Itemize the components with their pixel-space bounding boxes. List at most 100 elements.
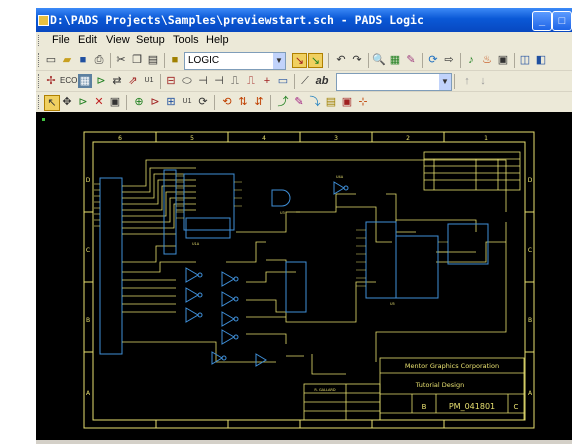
pin-icon[interactable]: ⊣ [196,74,210,88]
select-filter-icon[interactable]: ↘ [292,53,307,68]
svg-text:U1A: U1A [192,242,200,246]
row-label-a-right: A [528,390,533,397]
copy-icon[interactable]: ❐ [130,53,144,67]
step-2-icon[interactable]: ⎍ [244,74,258,88]
rotate-icon[interactable]: ⟳ [196,95,210,109]
rotate-part-icon[interactable]: ⟲ [220,95,234,109]
part-icon[interactable]: ▦ [78,74,92,88]
chevron-down-icon[interactable]: ▼ [273,53,285,69]
ic-parts [163,169,489,313]
forward-icon[interactable]: ⇨ [442,53,456,67]
design-workspace[interactable]: 6 5 4 3 2 1 D C B A D C B A Mentor Graph… [36,112,572,444]
menu-setup[interactable]: Setup [136,34,165,46]
draft-icon[interactable]: ⟋ [298,74,312,88]
zoom-icon[interactable]: 🔍 [372,53,386,67]
delete-icon[interactable]: ✕ [92,95,106,109]
flame-icon[interactable]: ♨ [480,53,494,67]
cut-icon[interactable]: ✂ [114,53,128,67]
row-label-b: B [86,317,90,324]
oval-icon[interactable]: ⬭ [180,74,194,88]
window-title: D:\PADS Projects\Samples\previewstart.sc… [50,13,424,27]
schematic-canvas[interactable]: 6 5 4 3 2 1 D C B A D C B A Mentor Graph… [36,112,572,444]
renumber-icon[interactable]: U1 [180,95,194,109]
menu-view[interactable]: View [106,34,130,46]
mirror-icon[interactable]: ⇵ [252,95,266,109]
row-label-d: D [86,177,91,184]
maximize-icon[interactable]: □ [552,11,572,31]
save-icon[interactable]: ■ [76,53,90,67]
route-icon[interactable]: ⊹ [356,95,370,109]
search-select[interactable]: ▼ [336,73,452,91]
row-label-a: A [86,390,91,397]
menu-tools[interactable]: Tools [173,34,199,46]
mode-icon: ■ [171,54,179,66]
row-label-c: C [86,247,90,254]
properties-icon[interactable]: ▣ [108,95,122,109]
menu-file[interactable]: File [52,34,70,46]
pencil-icon[interactable]: ✎ [404,53,418,67]
redo-icon[interactable]: ↷ [350,53,364,67]
pin-2-icon[interactable]: ⊣ [212,74,226,88]
part-refdes: U1A U5 U3 U4A [192,175,395,306]
svg-text:U5: U5 [390,302,395,306]
add-icon[interactable]: ⊳ [76,95,90,109]
step-icon[interactable]: ⎍ [228,74,242,88]
move-icon[interactable]: ✥ [60,95,74,109]
arrow-up-icon[interactable]: ↑ [460,74,474,88]
select-filter-2-icon[interactable]: ↘ [308,53,323,68]
svg-text:U4A: U4A [336,175,344,179]
report-icon[interactable]: ▤ [324,95,338,109]
chevron-down-icon[interactable]: ▼ [439,74,451,90]
minimize-icon[interactable]: _ [532,11,552,31]
text-icon[interactable]: ab [314,74,330,88]
add-part-icon[interactable]: ⊕ [132,95,146,109]
col-label-1: 1 [484,135,488,142]
design-toolbar: ✢ ECO ▦ ⊳ ⇄ ⇗ U1 ⊟ ⬭ ⊣ ⊣ ⎍ ⎍ + ▭ ⟋ ab ▼ … [36,71,572,92]
pen-icon[interactable]: ✎ [292,95,306,109]
refresh-icon[interactable]: ⟳ [426,53,440,67]
wire-icon[interactable]: ✢ [44,74,58,88]
mode-select-value: LOGIC [188,55,220,66]
add-bus-icon[interactable]: ⊞ [164,95,178,109]
swap-icon[interactable]: U1 [142,74,156,88]
bus-icon[interactable]: ⊟ [164,74,178,88]
row-label-b-right: B [528,317,532,324]
library-icon[interactable]: ▣ [496,53,510,67]
plus-icon[interactable]: + [260,74,274,88]
board-icon[interactable]: ▦ [388,53,402,67]
revision-letter: C [514,403,519,411]
gate-icon[interactable]: ⊳ [94,74,108,88]
edit-toolbar: ↖ ✥ ⊳ ✕ ▣ ⊕ ⊳ ⊞ U1 ⟳ ⟲ ⇅ ⇵ ⤴ ✎ ⤵ ▤ ▣ ⊹ [36,92,572,113]
menu-edit[interactable]: Edit [78,34,97,46]
field-icon[interactable]: ▭ [276,74,290,88]
lock-icon[interactable]: ▣ [340,95,354,109]
col-label-2: 2 [406,135,410,142]
select-icon[interactable]: ↖ [44,95,60,111]
connect-icon[interactable]: ⇄ [110,74,124,88]
new-icon[interactable]: ▭ [44,53,58,67]
title-bar[interactable]: D:\PADS Projects\Samples\previewstart.sc… [36,8,572,32]
print-icon[interactable]: ⎙ [92,53,106,67]
ecn-icon[interactable]: ECO [60,74,77,88]
arrow-down-icon[interactable]: ↓ [476,74,490,88]
panel-icon[interactable]: ◫ [518,53,532,67]
mode-select[interactable]: LOGIC ▼ [184,52,286,70]
row-label-d-right: D [528,177,533,184]
net-icon[interactable]: ⤴ [276,95,290,109]
paste-icon[interactable]: ▤ [146,53,160,67]
app-icon[interactable] [38,15,49,26]
flip-icon[interactable]: ⇅ [236,95,250,109]
add-conn-icon[interactable]: ⊳ [148,95,162,109]
pads-logic-window: D:\PADS Projects\Samples\previewstart.sc… [36,8,572,444]
menu-help[interactable]: Help [206,34,229,46]
split-icon[interactable]: ⇗ [126,74,140,88]
sheet-size: B [422,403,427,411]
connector-j1 [99,177,123,355]
panel-2-icon[interactable]: ◧ [534,53,548,67]
open-icon[interactable]: ▰ [60,53,74,67]
logic-gates [185,181,349,367]
undo-icon[interactable]: ↶ [334,53,348,67]
svg-text:U3: U3 [280,211,285,215]
music-icon[interactable]: ♪ [464,53,478,67]
bus-entry-icon[interactable]: ⤵ [308,95,322,109]
